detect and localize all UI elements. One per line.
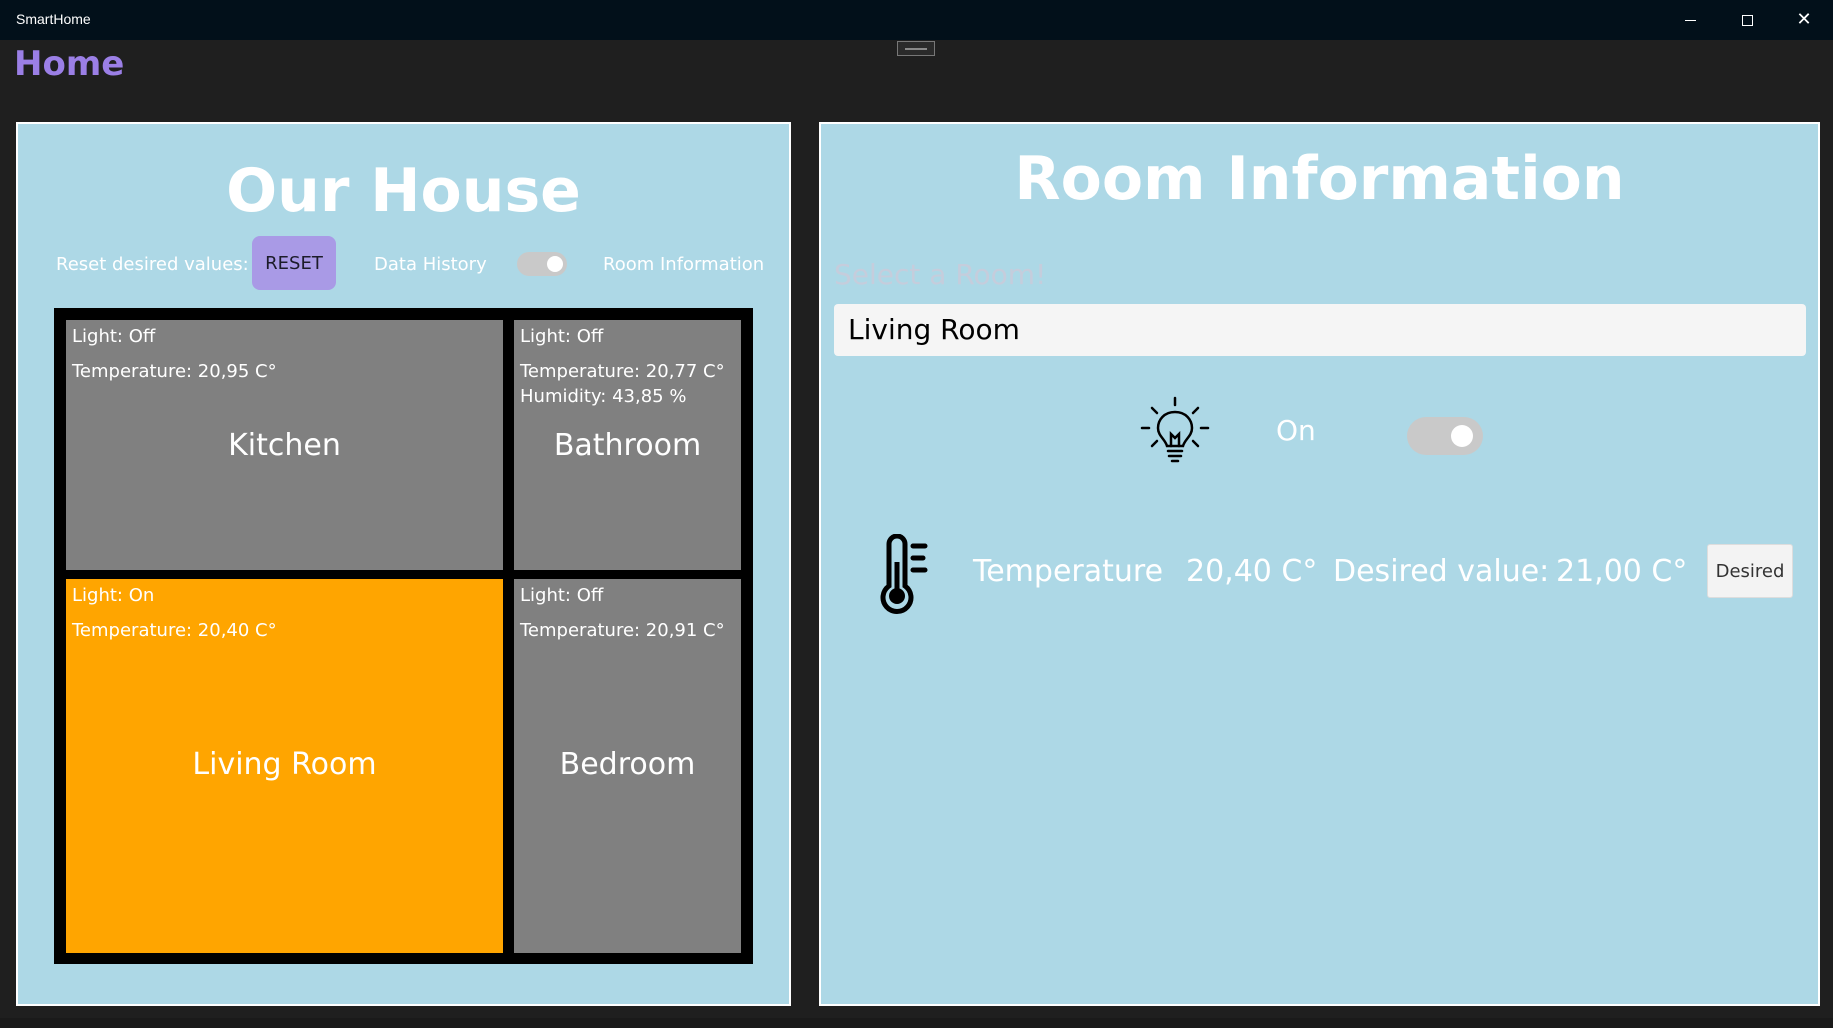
- room-info-title: Room Information: [1014, 144, 1625, 214]
- humidity-reading: Humidity: 43,85 %: [520, 386, 687, 407]
- room-name: Kitchen: [228, 428, 341, 463]
- room-name: Bathroom: [553, 428, 702, 463]
- minimize-button[interactable]: [1662, 0, 1718, 40]
- reset-button[interactable]: RESET: [252, 236, 336, 290]
- room-name: Bedroom: [559, 747, 696, 782]
- data-history-label: Data History: [374, 254, 487, 275]
- room-living-room[interactable]: Light: On Temperature: 20,40 C° Living R…: [66, 579, 503, 953]
- room-information-label: Room Information: [603, 254, 765, 275]
- temperature-reading: Temperature: 20,40 C°: [72, 620, 277, 641]
- room-select-placeholder: Select a Room!: [834, 258, 1047, 291]
- title-bar: SmartHome ✕: [0, 0, 1833, 40]
- temperature-label: Temperature: [973, 554, 1164, 589]
- room-select[interactable]: Living Room: [834, 304, 1806, 356]
- light-status: Off: [576, 326, 604, 347]
- temperature-reading: Temperature: 20,95 C°: [72, 361, 277, 382]
- room-kitchen[interactable]: Light: Off Temperature: 20,95 C° Kitchen: [66, 320, 503, 570]
- light-label: Light:: [72, 585, 123, 606]
- room-bedroom[interactable]: Light: Off Temperature: 20,91 C° Bedroom: [514, 579, 741, 953]
- temperature-reading: Temperature: 20,91 C°: [520, 620, 725, 641]
- light-status: On: [128, 585, 155, 606]
- light-toggle[interactable]: [1407, 417, 1483, 455]
- desired-value: 21,00 C°: [1556, 554, 1688, 589]
- page-title: Home: [14, 44, 125, 84]
- our-house-panel: Our House Reset desired values: RESET Da…: [16, 122, 791, 1006]
- desired-value-label: Desired value:: [1333, 554, 1550, 589]
- light-state-label: On: [1276, 414, 1316, 447]
- house-title: Our House: [226, 156, 581, 226]
- desired-button[interactable]: Desired: [1707, 544, 1793, 598]
- house-controls: Reset desired values: RESET Data History…: [18, 236, 789, 292]
- view-toggle[interactable]: [517, 252, 567, 276]
- room-bathroom[interactable]: Light: Off Temperature: 20,77 C° Humidit…: [514, 320, 741, 570]
- maximize-button[interactable]: [1719, 0, 1775, 40]
- room-name: Living Room: [192, 747, 377, 782]
- minimize-icon: [1684, 19, 1696, 21]
- lightbulb-icon: [1140, 396, 1210, 463]
- maximize-icon: [1741, 14, 1753, 26]
- window-title: SmartHome: [16, 11, 91, 27]
- toggle-knob: [547, 256, 563, 272]
- light-status: Off: [576, 585, 604, 606]
- light-status: Off: [128, 326, 156, 347]
- temperature-value: 20,40 C°: [1186, 554, 1318, 589]
- room-select-value: Living Room: [848, 313, 1020, 346]
- house-floorplan: Light: Off Temperature: 20,95 C° Kitchen…: [54, 308, 753, 964]
- light-label: Light:: [520, 326, 571, 347]
- drag-handle[interactable]: [897, 41, 935, 56]
- close-icon: ✕: [1796, 9, 1812, 30]
- thermometer-icon: [880, 534, 928, 614]
- light-label: Light:: [520, 585, 571, 606]
- taskbar-edge: [0, 1018, 1833, 1028]
- temperature-reading: Temperature: 20,77 C°: [520, 361, 725, 382]
- close-button[interactable]: ✕: [1776, 0, 1832, 40]
- light-label: Light:: [72, 326, 123, 347]
- room-information-panel: Room Information Select a Room! Living R…: [819, 122, 1820, 1006]
- toggle-knob: [1451, 425, 1473, 447]
- reset-label: Reset desired values:: [56, 254, 249, 275]
